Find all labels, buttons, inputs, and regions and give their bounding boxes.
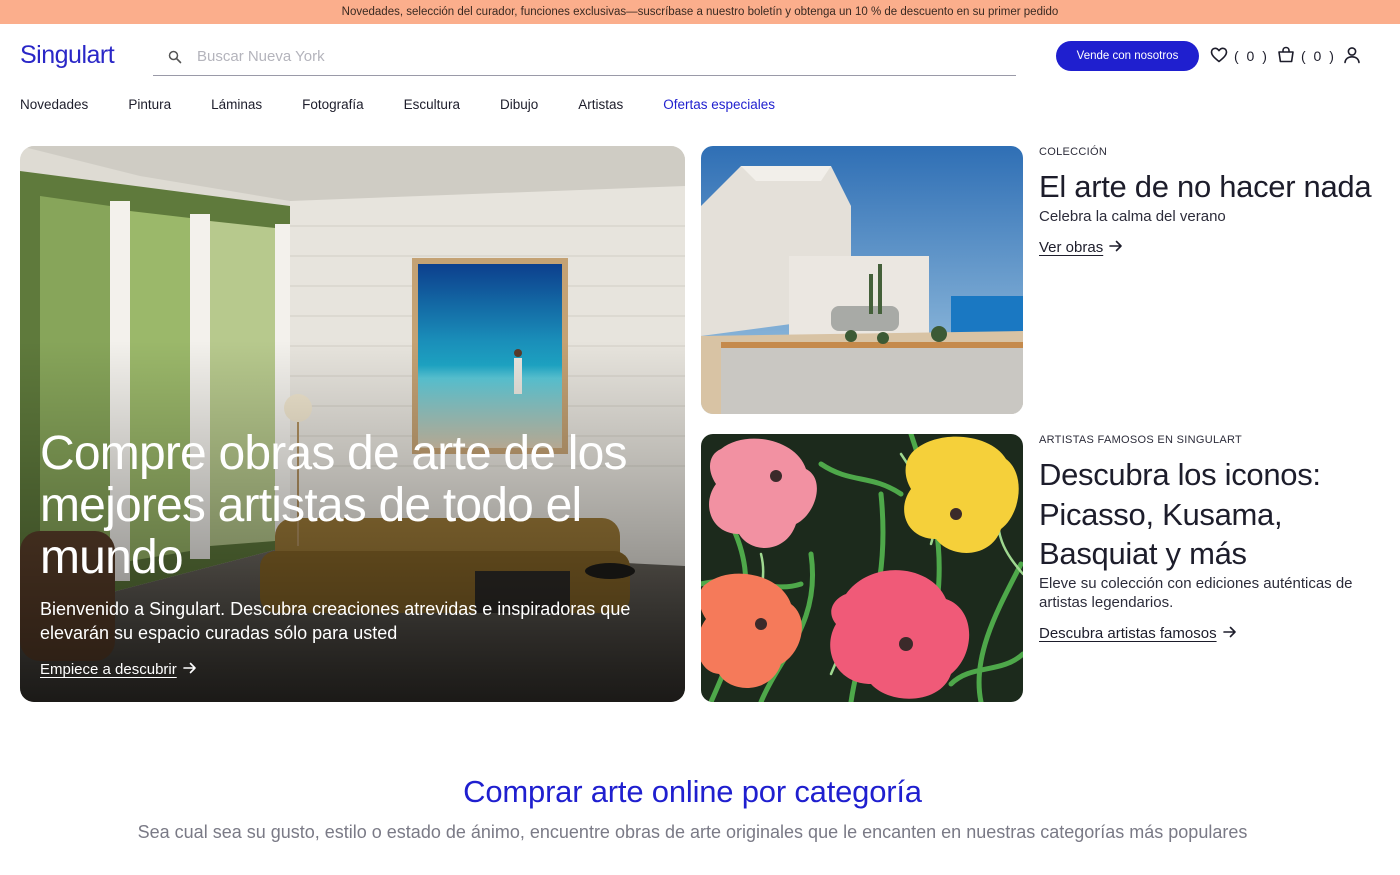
arrow-right-icon [1109, 239, 1123, 256]
wishlist-button[interactable]: ( 0 ) [1210, 44, 1269, 68]
famous-artists-card: ARTISTAS FAMOSOS EN SINGULART Descubra l… [1039, 434, 1379, 642]
promo-text: Novedades, selección del curador, funcio… [341, 6, 1059, 18]
nav-item-laminas[interactable]: Láminas [211, 97, 262, 115]
hero-cta-label: Empiece a descubrir [40, 661, 177, 678]
account-button[interactable] [1343, 44, 1361, 68]
search-bar [153, 38, 1016, 76]
famous-artists-card-image[interactable] [701, 434, 1023, 702]
collection-eyebrow: COLECCIÓN [1039, 146, 1108, 158]
category-section-title: Comprar arte online por categoría [463, 774, 922, 809]
arrow-right-icon [1222, 625, 1237, 642]
search-input[interactable] [197, 48, 987, 65]
famous-artists-eyebrow: ARTISTAS FAMOSOS EN SINGULART [1039, 434, 1243, 446]
summer-villa-image [701, 146, 1023, 414]
hero-banner[interactable]: Compre obras de arte de los mejores arti… [20, 146, 685, 702]
main-nav: Novedades Pintura Láminas Fotografía Esc… [20, 97, 815, 115]
famous-artists-link-label: Descubra artistas famosos [1039, 624, 1217, 642]
heart-icon [1210, 47, 1228, 66]
flowers-image [701, 434, 1023, 702]
hero-title: Compre obras de arte de los mejores arti… [40, 427, 628, 584]
collection-description: Celebra la calma del verano [1039, 207, 1226, 225]
cart-button[interactable]: ( 0 ) [1277, 44, 1336, 68]
arrow-right-icon [182, 661, 197, 678]
nav-item-ofertas-especiales[interactable]: Ofertas especiales [663, 97, 775, 115]
wishlist-count: ( 0 ) [1234, 48, 1269, 64]
promo-banner[interactable]: Novedades, selección del curador, funcio… [0, 0, 1400, 24]
bag-icon [1277, 46, 1295, 66]
search-icon[interactable] [153, 50, 197, 64]
category-section-subtitle: Sea cual sea su gusto, estilo o estado d… [137, 822, 1248, 842]
nav-item-artistas[interactable]: Artistas [578, 97, 623, 115]
nav-item-dibujo[interactable]: Dibujo [500, 97, 538, 115]
famous-artists-title: Descubra los iconos: Picasso, Kusama, Ba… [1039, 457, 1321, 571]
collection-card-image[interactable] [701, 146, 1023, 414]
nav-item-pintura[interactable]: Pintura [128, 97, 171, 115]
nav-item-escultura[interactable]: Escultura [404, 97, 460, 115]
hero-cta-link[interactable]: Empiece a descubrir [40, 661, 197, 678]
site-logo[interactable]: Singulart [20, 41, 115, 70]
site-header: Singulart Vende con nosotros ( 0 ) ( 0 ) [0, 24, 1400, 88]
hero-subtitle: Bienvenido a Singulart. Descubra creacio… [40, 599, 631, 643]
collection-link-label: Ver obras [1039, 238, 1104, 256]
famous-artists-description: Eleve su colección con ediciones auténti… [1039, 574, 1353, 611]
collection-link[interactable]: Ver obras [1039, 239, 1379, 256]
sell-with-us-button[interactable]: Vende con nosotros [1056, 41, 1199, 71]
user-icon [1343, 46, 1361, 67]
collection-card: COLECCIÓN El arte de no hacer nada Celeb… [1039, 146, 1379, 256]
nav-item-novedades[interactable]: Novedades [20, 97, 88, 115]
collection-title: El arte de no hacer nada [1039, 169, 1372, 204]
nav-item-fotografia[interactable]: Fotografía [302, 97, 364, 115]
cart-count: ( 0 ) [1301, 48, 1336, 64]
famous-artists-link[interactable]: Descubra artistas famosos [1039, 625, 1379, 642]
